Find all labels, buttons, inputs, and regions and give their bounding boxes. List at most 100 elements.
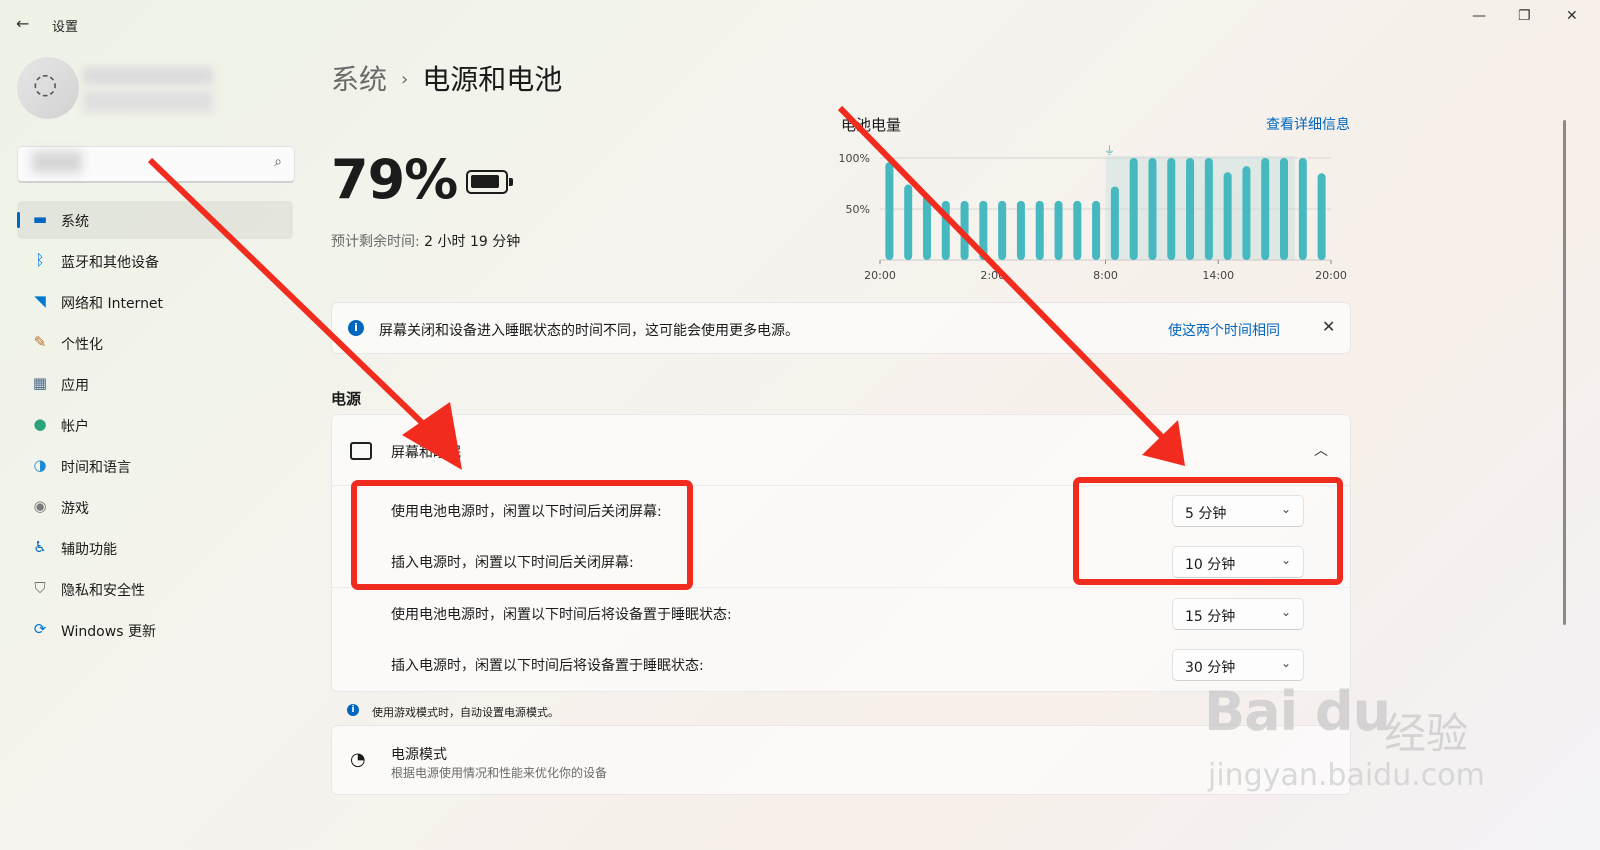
remaining-time-label: 预计剩余时间: [331,234,420,250]
chevron-down-icon: ⌄ [1280,553,1291,567]
screen-sleep-icon [350,442,372,460]
battery-sleep-select[interactable]: 15 分钟 ⌄ [1172,598,1304,630]
power-mode-card[interactable]: ◔ 电源模式 根据电源使用情况和性能来优化你的设备 [331,725,1351,795]
watermark-url: jingyan.baidu.com [1208,758,1485,793]
chevron-down-icon: ⌄ [1280,502,1291,516]
remaining-time: 预计剩余时间: 2 小时 19 分钟 [331,231,520,251]
watermark-brand: 经验 [1384,709,1469,758]
plugged-screen-off-select[interactable]: 10 分钟 ⌄ [1172,546,1304,578]
sidebar-item[interactable]: ◑ 时间和语言 [17,447,293,485]
sidebar-item-label: 个性化 [61,337,103,353]
chart-bar [904,184,913,260]
gauge-icon: ◔ [350,749,366,770]
battery-screen-off-select[interactable]: 5 分钟 ⌄ [1172,495,1304,527]
close-icon[interactable]: ✕ [1322,317,1335,336]
shield-icon: ⛉ [34,579,46,597]
chart-bar [960,200,969,260]
avatar: ◌ [17,57,79,119]
chart-bar [1054,200,1063,260]
battery-level-chart: 100% 50% 20:00 2:00 8:00 14:00 20:00 ⏚ [839,144,1347,282]
search-text-blurred [32,151,82,173]
game-mode-note: i 使用游戏模式时，自动设置电源模式。 [331,697,1349,723]
sidebar-item-label: 应用 [61,378,89,394]
chart-bar [998,200,1007,260]
select-value: 15 分钟 [1185,609,1236,625]
setting-label: 使用电池电源时，闲置以下时间后关闭屏幕: [391,504,662,520]
chart-bar [1261,158,1270,260]
accessibility-icon: ♿ [33,538,47,556]
y-tick-label: 100% [839,152,870,165]
x-tick-label: 20:00 [1315,269,1347,282]
sidebar-item[interactable]: ⛉ 隐私和安全性 [17,570,293,608]
sidebar-item[interactable]: ▦ 应用 [17,365,293,403]
make-times-same-link[interactable]: 使这两个时间相同 [1168,320,1280,340]
brush-icon: ✎ [33,333,47,351]
chevron-up-icon[interactable]: ︿ [1314,440,1328,460]
x-tick-label: 14:00 [1202,269,1234,282]
setting-row: 使用电池电源时，闲置以下时间后将设备置于睡眠状态: 15 分钟 ⌄ [332,588,1350,640]
breadcrumb-parent[interactable]: 系统 [331,63,387,96]
battery-percent: 79% [331,148,458,211]
app-title: 设置 [52,20,79,35]
sidebar-item[interactable]: ✎ 个性化 [17,324,293,362]
sidebar-item-label: 游戏 [61,501,89,517]
chart-bar [941,200,950,260]
battery-icon [466,170,513,194]
sidebar-item[interactable]: ◉ 游戏 [17,488,293,526]
sidebar-item[interactable]: ● 帐户 [17,406,293,444]
chart-bar [1186,158,1195,260]
sidebar-item[interactable]: ◥ 网络和 Internet [17,283,293,321]
sidebar-item[interactable]: ⟳ Windows 更新 [17,611,293,649]
breadcrumb-separator: › [401,69,409,90]
setting-label: 插入电源时，闲置以下时间后关闭屏幕: [391,555,634,571]
title-bar: ← 设置 — ❐ ✕ [0,0,1600,48]
setting-row: 插入电源时，闲置以下时间后关闭屏幕: 10 分钟 ⌄ [332,536,1350,588]
x-tick-label: 20:00 [864,269,896,282]
sidebar-item-label: 蓝牙和其他设备 [61,255,159,271]
chevron-down-icon: ⌄ [1280,605,1291,619]
x-tick-label: 8:00 [1093,269,1118,282]
select-value: 10 分钟 [1185,557,1236,573]
apps-icon: ▦ [32,374,48,392]
info-icon: i [348,320,364,336]
chart-bar [1298,158,1307,260]
chart-bar [1204,158,1213,260]
chart-bar [1073,200,1082,260]
info-bar: i 屏幕关闭和设备进入睡眠状态的时间不同，这可能会使用更多电源。 使这两个时间相… [331,302,1351,354]
active-indicator [17,212,20,228]
globe-clock-icon: ◑ [33,456,47,474]
sidebar-item[interactable]: ▬ 系统 [17,201,293,239]
search-icon: ⌕ [274,154,282,170]
chart-bar [1280,158,1289,260]
user-name-blurred [83,67,213,85]
chart-bar [1167,158,1176,260]
screen-sleep-card: 屏幕和睡眠 ︿ 使用电池电源时，闲置以下时间后关闭屏幕: 5 分钟 ⌄ 插入电源… [331,414,1351,692]
sidebar-item-label: 帐户 [61,419,89,435]
screen-sleep-header[interactable]: 屏幕和睡眠 ︿ [332,415,1350,486]
chart-bar [1092,200,1101,260]
bluetooth-icon: ᛒ [35,251,45,269]
sidebar-item[interactable]: ᛒ 蓝牙和其他设备 [17,242,293,280]
close-icon[interactable]: ✕ [1566,8,1578,24]
chart-bar [1223,172,1232,260]
sidebar-item-label: 辅助功能 [61,542,117,558]
page-title: 电源和电池 [422,63,563,96]
chart-bar [1148,158,1157,260]
setting-label: 使用电池电源时，闲置以下时间后将设备置于睡眠状态: [391,607,732,623]
power-mode-title: 电源模式 [391,747,447,763]
monitor-icon: ▬ [32,210,48,228]
card-title: 屏幕和睡眠 [391,445,461,461]
sidebar-item-label: 网络和 Internet [61,296,164,312]
chart-bar [1317,173,1326,260]
restore-icon[interactable]: ❐ [1518,8,1531,24]
view-details-link[interactable]: 查看详细信息 [1266,114,1350,134]
scrollbar[interactable] [1563,120,1566,625]
chart-bar [885,162,894,260]
sidebar-item[interactable]: ♿ 辅助功能 [17,529,293,567]
sidebar-item-label: Windows 更新 [61,624,156,640]
user-email-blurred [83,91,213,113]
search-input[interactable]: ⌕ [17,146,295,183]
minimize-icon[interactable]: — [1472,8,1486,24]
arrow-left-icon[interactable]: ← [16,14,29,33]
sidebar-item-label: 系统 [61,214,89,230]
